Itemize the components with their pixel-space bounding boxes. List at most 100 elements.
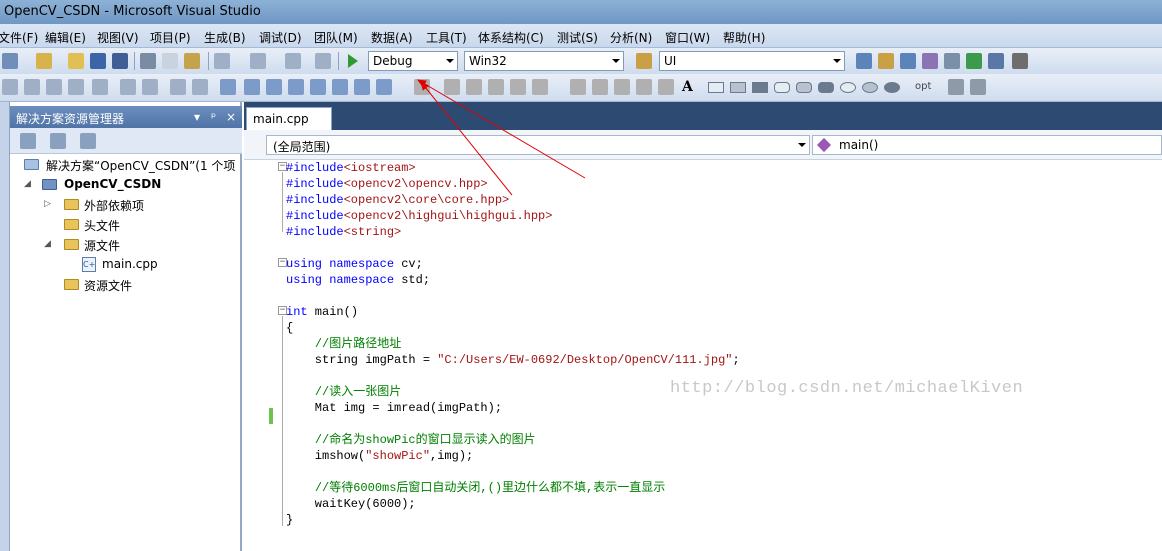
uncomment-icon[interactable]: [192, 79, 208, 95]
copy-icon[interactable]: [162, 53, 178, 69]
solution-explorer-icon[interactable]: [856, 53, 872, 69]
outdent-icon[interactable]: [142, 79, 158, 95]
code-line[interactable]: imshow("showPic",img);: [286, 448, 473, 464]
code-line[interactable]: //读入一张图片: [286, 384, 401, 400]
menu-edit[interactable]: 编辑(E): [45, 29, 86, 46]
code-line[interactable]: using namespace std;: [286, 272, 430, 288]
code-line[interactable]: Mat img = imread(imgPath);: [286, 400, 502, 416]
code-line[interactable]: #include<opencv2\core\core.hpp>: [286, 192, 509, 208]
collapse-icon[interactable]: ◢: [24, 179, 31, 189]
paste-icon[interactable]: [184, 53, 200, 69]
menu-analyze[interactable]: 分析(N): [610, 29, 652, 46]
left-tool-strip[interactable]: [0, 102, 10, 551]
tools-icon[interactable]: [944, 53, 960, 69]
properties-icon[interactable]: [20, 133, 36, 149]
lasso-tool-icon[interactable]: [444, 79, 460, 95]
code-line[interactable]: #include<string>: [286, 224, 401, 240]
undo-icon[interactable]: [214, 53, 230, 69]
class-view-icon[interactable]: [80, 133, 96, 149]
magnify-tool-icon[interactable]: [532, 79, 548, 95]
configuration-select[interactable]: Debug: [368, 51, 458, 71]
code-line[interactable]: string imgPath = "C:/Users/EW-0692/Deskt…: [286, 352, 740, 368]
menu-debug[interactable]: 调试(D): [259, 29, 302, 46]
save-all-icon[interactable]: [112, 53, 128, 69]
rounded-rectangle-tool-icon[interactable]: [774, 82, 790, 93]
menu-tools[interactable]: 工具(T): [426, 29, 467, 46]
font-size-icon[interactable]: [68, 79, 84, 95]
tree-resource-files[interactable]: 资源文件: [44, 276, 224, 294]
expand-icon[interactable]: ▷: [44, 199, 51, 209]
menu-view[interactable]: 视图(V): [97, 29, 139, 46]
filled-rounded-rectangle-tool-icon[interactable]: [818, 82, 834, 93]
code-line[interactable]: {: [286, 320, 293, 336]
tree-solution[interactable]: 解决方案“OpenCV_CSDN”(1 个项: [24, 156, 242, 174]
code-line[interactable]: using namespace cv;: [286, 256, 423, 272]
clear-bookmarks-icon[interactable]: [376, 79, 392, 95]
next-bookmark-folder-icon[interactable]: [310, 79, 326, 95]
tree-external-deps[interactable]: ▷ 外部依赖项: [44, 196, 224, 214]
code-line[interactable]: int main(): [286, 304, 358, 320]
menu-data[interactable]: 数据(A): [371, 29, 413, 46]
align-center-icon[interactable]: [24, 79, 40, 95]
close-icon[interactable]: ×: [226, 110, 236, 124]
object-browser-icon[interactable]: [900, 53, 916, 69]
pencil-tool-icon[interactable]: [466, 79, 482, 95]
code-line[interactable]: //图片路径地址: [286, 336, 401, 352]
prev-bookmark-icon[interactable]: [244, 79, 260, 95]
filled-ellipse-tool-icon[interactable]: [884, 82, 900, 93]
add-item-icon[interactable]: [36, 53, 52, 69]
curve-tool-icon[interactable]: [658, 79, 674, 95]
text-tool-icon[interactable]: A: [682, 79, 693, 95]
guide-settings-icon[interactable]: [948, 79, 964, 95]
pin-icon[interactable]: ᵖ: [211, 110, 216, 124]
menu-architecture[interactable]: 体系结构(C): [478, 29, 544, 46]
save-icon[interactable]: [90, 53, 106, 69]
menu-file[interactable]: 文件(F): [0, 29, 38, 46]
opt-label[interactable]: opt: [915, 81, 931, 92]
cut-icon[interactable]: [140, 53, 156, 69]
tree-main-cpp[interactable]: C+ main.cpp: [82, 256, 222, 274]
find-in-files-icon[interactable]: [636, 53, 652, 69]
menu-project[interactable]: 项目(P): [150, 29, 191, 46]
menu-help[interactable]: 帮助(H): [723, 29, 765, 46]
find-combo[interactable]: UI: [659, 51, 845, 71]
outlined-ellipse-tool-icon[interactable]: [862, 82, 878, 93]
tree-source-files[interactable]: ◢ 源文件: [44, 236, 224, 254]
command-window-icon[interactable]: [1012, 53, 1028, 69]
align-right-icon[interactable]: [46, 79, 62, 95]
bookmark-icon[interactable]: [220, 79, 236, 95]
navigate-backward-icon[interactable]: [285, 53, 301, 69]
collapse-icon[interactable]: ◢: [44, 239, 51, 249]
code-line[interactable]: //命名为showPic的窗口显示读入的图片: [286, 432, 536, 448]
selection-tool-icon[interactable]: [414, 79, 430, 95]
code-line[interactable]: #include<iostream>: [286, 160, 416, 176]
menu-window[interactable]: 窗口(W): [665, 29, 710, 46]
indent-icon[interactable]: [120, 79, 136, 95]
scope-select[interactable]: (全局范围): [266, 135, 810, 155]
filled-rectangle-tool-icon[interactable]: [752, 82, 768, 93]
toolbox-icon[interactable]: [922, 53, 938, 69]
color-picker-tool-icon[interactable]: [614, 79, 630, 95]
code-line[interactable]: waitKey(6000);: [286, 496, 416, 512]
prev-bookmark-folder-icon[interactable]: [288, 79, 304, 95]
start-debugging-icon[interactable]: [348, 54, 358, 68]
next-bookmark-icon[interactable]: [266, 79, 282, 95]
redo-icon[interactable]: [250, 53, 266, 69]
dropdown-icon[interactable]: ▾: [194, 110, 200, 124]
brush-tool-icon[interactable]: [570, 79, 586, 95]
eraser-tool-icon[interactable]: [488, 79, 504, 95]
tree-header-files[interactable]: 头文件: [44, 216, 224, 234]
code-line[interactable]: #include<opencv2\opencv.hpp>: [286, 176, 488, 192]
code-line[interactable]: #include<opencv2\highgui\highgui.hpp>: [286, 208, 552, 224]
outlined-rectangle-tool-icon[interactable]: [730, 82, 746, 93]
outlined-rounded-rectangle-tool-icon[interactable]: [796, 82, 812, 93]
comment-icon[interactable]: [170, 79, 186, 95]
menu-build[interactable]: 生成(B): [204, 29, 246, 46]
member-select[interactable]: main(): [812, 135, 1162, 155]
rectangle-tool-icon[interactable]: [708, 82, 724, 93]
navigate-forward-icon[interactable]: [315, 53, 331, 69]
tree-project[interactable]: ◢ OpenCV_CSDN: [24, 176, 164, 194]
start-page-icon[interactable]: [966, 53, 982, 69]
new-project-icon[interactable]: [2, 53, 18, 69]
ellipse-tool-icon[interactable]: [840, 82, 856, 93]
